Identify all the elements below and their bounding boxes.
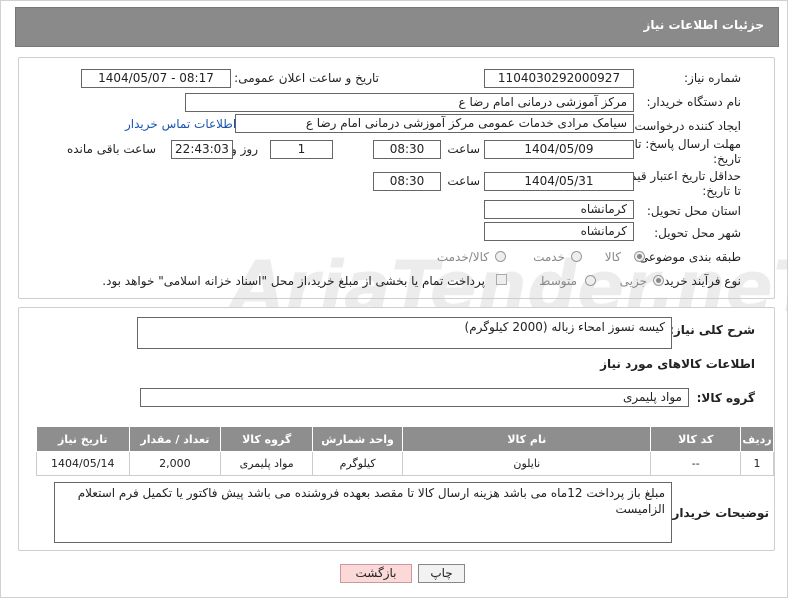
purchase-medium-label: متوسط <box>539 274 577 288</box>
page-header: جزئیات اطلاعات نیاز <box>15 7 779 47</box>
category-service-label: خدمت <box>533 250 565 264</box>
cell-row: 1 <box>740 451 774 476</box>
remaining-time-field: 22:43:03 <box>171 140 233 159</box>
goods-table: ردیف کد کالا نام کالا واحد شمارش گروه کا… <box>36 426 774 476</box>
description-text: کیسه نسوز امحاء زباله (2000 کیلوگرم) <box>464 320 665 334</box>
col-unit: واحد شمارش <box>312 426 404 452</box>
col-row: ردیف <box>740 426 774 452</box>
col-group: گروه کالا <box>220 426 314 452</box>
cell-quantity: 2,000 <box>128 451 222 476</box>
back-button[interactable]: بازگشت <box>340 564 412 583</box>
purchase-minor-label: جزیی <box>619 274 647 288</box>
announce-field: 1404/05/07 - 08:17 <box>81 69 231 88</box>
province-label: استان محل تحویل: <box>646 204 741 218</box>
category-service-radio[interactable] <box>571 251 582 262</box>
category-both-label: کالا/خدمت <box>436 250 489 264</box>
treasury-bonds-checkbox[interactable] <box>496 274 507 285</box>
need-number-label: شماره نیاز: <box>684 71 741 85</box>
days-field: 1 <box>270 140 333 159</box>
cell-code: -- <box>650 451 742 476</box>
days-label: روز و <box>231 142 258 156</box>
buyer-notes-text: مبلغ باز پرداخت 12ماه می باشد هزینه ارسا… <box>77 486 665 516</box>
goods-group-field: مواد پلیمری <box>140 388 689 407</box>
need-number-field: 1104030292000927 <box>484 69 634 88</box>
col-need-date: تاریخ نیاز <box>36 426 130 452</box>
col-code: کد کالا <box>650 426 742 452</box>
category-goods-label: کالا <box>604 250 621 264</box>
purchase-medium-radio[interactable] <box>585 275 596 286</box>
cell-need-date: 1404/05/14 <box>36 451 130 476</box>
treasury-bonds-note: پرداخت تمام یا بخشی از مبلغ خرید،از محل … <box>102 274 485 288</box>
col-name: نام کالا <box>402 426 652 452</box>
cell-group: مواد پلیمری <box>220 451 314 476</box>
cell-name: نایلون <box>402 451 652 476</box>
print-button[interactable]: چاپ <box>418 564 465 583</box>
purchase-type-label: نوع فرآیند خرید : <box>656 274 741 288</box>
deadline-date-field: 1404/05/09 <box>484 140 634 159</box>
deadline-time-label: ساعت <box>447 142 480 156</box>
creator-field: سیامک مرادی خدمات عمومی مرکز آموزشی درما… <box>235 114 634 133</box>
price-validity-date-field: 1404/05/31 <box>484 172 634 191</box>
cell-unit: کیلوگرم <box>312 451 404 476</box>
table-row: 1 -- نایلون کیلوگرم مواد پلیمری 2,000 14… <box>36 451 774 476</box>
price-validity-time-field: 08:30 <box>373 172 441 191</box>
purchase-minor-radio[interactable] <box>653 275 664 286</box>
category-goods-radio[interactable] <box>634 251 645 262</box>
remaining-label: ساعت باقی مانده <box>66 142 156 156</box>
city-field: کرمانشاه <box>484 222 634 241</box>
city-label: شهر محل تحویل: <box>654 226 741 240</box>
page-title: جزئیات اطلاعات نیاز <box>643 18 764 32</box>
creator-label: ایجاد کننده درخواست: <box>630 119 741 133</box>
buyer-notes-label: توضیحات خریدار: <box>667 506 769 520</box>
category-both-radio[interactable] <box>495 251 506 262</box>
description-label: شرح کلی نیاز: <box>669 323 755 337</box>
province-field: کرمانشاه <box>484 200 634 219</box>
description-textarea[interactable]: کیسه نسوز امحاء زباله (2000 کیلوگرم) <box>137 317 672 349</box>
page-frame: جزئیات اطلاعات نیاز AriaTender.neT شماره… <box>0 0 788 598</box>
deadline-label-date: تاریخ: <box>713 152 741 166</box>
buyer-label: نام دستگاه خریدار: <box>646 95 742 109</box>
deadline-label: مهلت ارسال پاسخ: تا <box>634 137 741 151</box>
buyer-contact-link[interactable]: اطلاعات تماس خریدار <box>125 117 236 131</box>
price-time-label: ساعت <box>447 174 480 188</box>
buyer-field: مرکز آموزشی درمانی امام رضا ع <box>185 93 634 112</box>
buyer-notes-textarea[interactable]: مبلغ باز پرداخت 12ماه می باشد هزینه ارسا… <box>54 482 672 543</box>
category-label: طبقه بندی موضوعی: <box>634 250 741 264</box>
price-validity-label-date: تا تاریخ: <box>702 184 741 198</box>
goods-section-title: اطلاعات کالاهای مورد نیاز <box>600 357 755 371</box>
announce-label: تاریخ و ساعت اعلان عمومی: <box>234 71 379 85</box>
deadline-time-field: 08:30 <box>373 140 441 159</box>
goods-group-label: گروه کالا: <box>696 391 755 405</box>
goods-table-header: ردیف کد کالا نام کالا واحد شمارش گروه کا… <box>36 426 774 452</box>
col-quantity: تعداد / مقدار <box>128 426 222 452</box>
